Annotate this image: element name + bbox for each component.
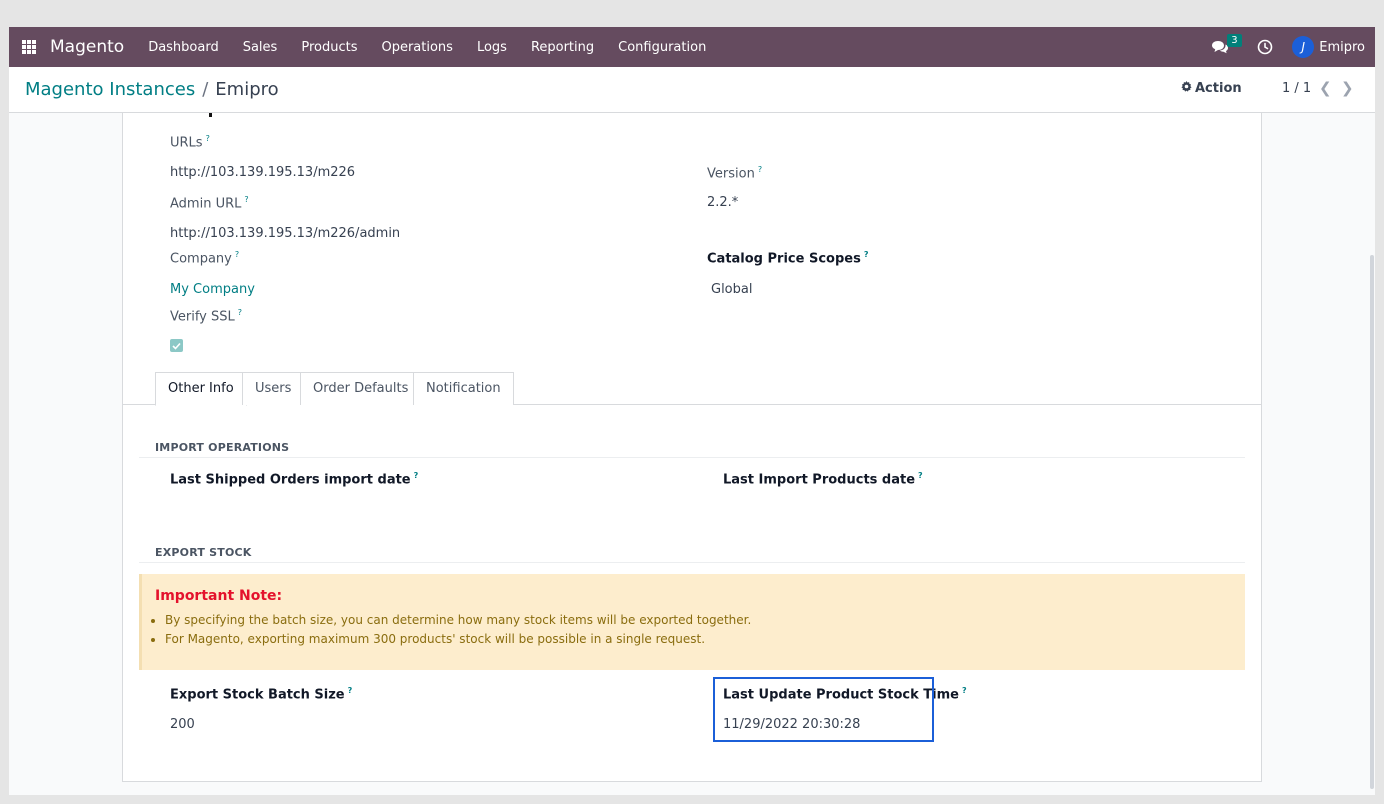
note-item: For Magento, exporting maximum 300 produ… bbox=[165, 630, 751, 649]
company-link[interactable]: My Company bbox=[170, 282, 255, 297]
export-stock-batch-size-field[interactable]: 200 bbox=[170, 717, 195, 732]
note-title: Important Note: bbox=[155, 588, 283, 604]
note-list: By specifying the batch size, you can de… bbox=[162, 611, 751, 649]
urls-label: URLs? bbox=[170, 134, 210, 151]
gear-icon bbox=[1181, 81, 1192, 96]
verify-ssl-checkbox[interactable] bbox=[170, 339, 183, 352]
section-divider bbox=[139, 562, 1245, 563]
import-operations-heading: IMPORT OPERATIONS bbox=[155, 441, 290, 454]
section-divider bbox=[139, 457, 1245, 458]
tab-users[interactable]: Users bbox=[242, 372, 305, 405]
user-name[interactable]: Emipro bbox=[1319, 40, 1365, 55]
help-tooltip-icon[interactable]: ? bbox=[864, 250, 869, 259]
activity-clock-icon[interactable] bbox=[1257, 39, 1273, 55]
app-brand[interactable]: Magento bbox=[50, 37, 124, 57]
help-tooltip-icon[interactable]: ? bbox=[235, 250, 239, 259]
last-import-products-label: Last Import Products date? bbox=[723, 471, 923, 488]
menu-logs[interactable]: Logs bbox=[465, 40, 519, 55]
important-note-alert: Important Note: By specifying the batch … bbox=[139, 574, 1245, 670]
catalog-price-scopes-label: Catalog Price Scopes? bbox=[707, 250, 869, 267]
user-avatar[interactable]: J bbox=[1292, 36, 1315, 58]
menu-operations[interactable]: Operations bbox=[369, 40, 464, 55]
catalog-price-scopes-select[interactable]: Global bbox=[711, 282, 752, 297]
verify-ssl-label: Verify SSL? bbox=[170, 308, 243, 325]
tab-order-defaults[interactable]: Order Defaults bbox=[300, 372, 422, 405]
note-item: By specifying the batch size, you can de… bbox=[165, 611, 751, 630]
help-tooltip-icon[interactable]: ? bbox=[414, 471, 419, 480]
tab-notification[interactable]: Notification bbox=[413, 372, 514, 405]
record-title-fragment bbox=[209, 113, 212, 117]
pager-value[interactable]: 1 / 1 bbox=[1282, 81, 1311, 96]
app-window: Magento Dashboard Sales Products Operati… bbox=[9, 27, 1375, 795]
export-stock-heading: EXPORT STOCK bbox=[155, 546, 252, 559]
pager-next-icon[interactable]: ❯ bbox=[1341, 79, 1354, 97]
admin-url-label: Admin URL? bbox=[170, 195, 249, 212]
menu-configuration[interactable]: Configuration bbox=[606, 40, 718, 55]
version-label: Version? bbox=[707, 165, 763, 182]
menu-sales[interactable]: Sales bbox=[231, 40, 290, 55]
menu-products[interactable]: Products bbox=[289, 40, 369, 55]
form-sheet: URLs? http://103.139.195.13/m226 Admin U… bbox=[122, 113, 1262, 782]
help-tooltip-icon[interactable]: ? bbox=[238, 308, 242, 317]
chat-count-badge: 3 bbox=[1227, 34, 1242, 47]
export-stock-batch-size-label: Export Stock Batch Size? bbox=[170, 686, 353, 703]
top-navbar: Magento Dashboard Sales Products Operati… bbox=[9, 27, 1375, 67]
main-menu: Dashboard Sales Products Operations Logs… bbox=[136, 40, 718, 55]
menu-reporting[interactable]: Reporting bbox=[519, 40, 606, 55]
help-tooltip-icon[interactable]: ? bbox=[758, 165, 762, 174]
version-field[interactable]: 2.2.* bbox=[707, 195, 738, 210]
breadcrumb: Magento Instances / Emipro bbox=[25, 79, 279, 100]
help-tooltip-icon[interactable]: ? bbox=[348, 686, 353, 695]
help-tooltip-icon[interactable]: ? bbox=[206, 134, 210, 143]
chat-icon[interactable]: 3 bbox=[1211, 34, 1242, 54]
help-tooltip-icon[interactable]: ? bbox=[962, 686, 967, 695]
apps-menu-icon[interactable] bbox=[22, 40, 36, 54]
action-button[interactable]: Action bbox=[1181, 81, 1242, 96]
breadcrumb-parent[interactable]: Magento Instances bbox=[25, 79, 195, 100]
highlight-box bbox=[713, 677, 934, 742]
breadcrumb-current: Emipro bbox=[215, 79, 279, 100]
control-panel: Magento Instances / Emipro Action 1 / 1 … bbox=[9, 67, 1375, 113]
url-field[interactable]: http://103.139.195.13/m226 bbox=[170, 165, 355, 180]
vertical-scrollbar[interactable] bbox=[1370, 255, 1374, 789]
company-label: Company? bbox=[170, 250, 240, 267]
admin-url-field[interactable]: http://103.139.195.13/m226/admin bbox=[170, 226, 400, 241]
action-button-label: Action bbox=[1195, 81, 1242, 96]
help-tooltip-icon[interactable]: ? bbox=[244, 195, 248, 204]
last-shipped-orders-label: Last Shipped Orders import date? bbox=[170, 471, 419, 488]
tab-other-info[interactable]: Other Info bbox=[155, 372, 247, 406]
navbar-systray: 3 J Emipro bbox=[1211, 27, 1375, 67]
breadcrumb-separator: / bbox=[202, 79, 209, 100]
help-tooltip-icon[interactable]: ? bbox=[918, 471, 923, 480]
notebook-tabs: Other Info Users Order Defaults Notifica… bbox=[123, 372, 1261, 406]
pager-previous-icon[interactable]: ❮ bbox=[1319, 79, 1332, 97]
menu-dashboard[interactable]: Dashboard bbox=[136, 40, 231, 55]
